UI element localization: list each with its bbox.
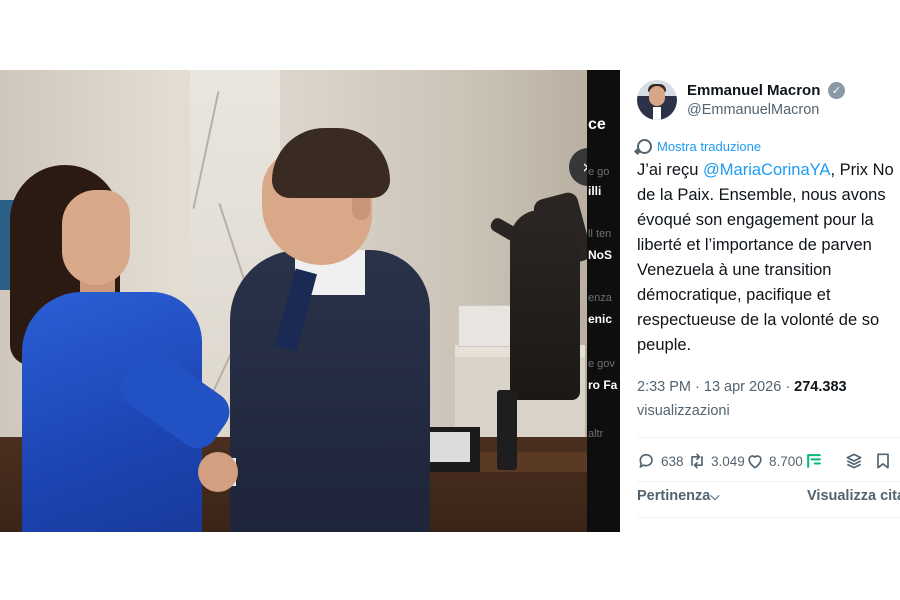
reply-icon xyxy=(637,451,657,471)
chevron-down-icon: ⌵ xyxy=(710,489,720,503)
like-count: 8.700 xyxy=(769,453,803,469)
tweet-detail: Emmanuel Macron ✓ @EmmanuelMacron Mostra… xyxy=(620,70,900,532)
cropped-text-fragment: e go xyxy=(588,166,610,178)
reply-button[interactable]: 638 xyxy=(637,451,684,471)
author-name[interactable]: Emmanuel Macron xyxy=(687,82,820,99)
tweet-actions: 638 3.049 8.700 xyxy=(637,451,900,477)
divider xyxy=(637,437,900,438)
author-handle[interactable]: @EmmanuelMacron xyxy=(687,102,819,118)
divider xyxy=(637,481,900,482)
mention-link[interactable]: @MariaCorinaYA xyxy=(703,161,830,179)
translate-icon xyxy=(637,139,652,154)
tweet-text-line: évoqué son engagement pour la xyxy=(637,211,874,229)
cropped-text-fragment: ce xyxy=(588,116,606,133)
cropped-adjacent-panel: ce e go illi ll ten NoS enza enic e gov … xyxy=(587,70,620,532)
tweet-text-line: respectueuse de la volonté de so xyxy=(637,311,880,329)
repost-icon xyxy=(687,451,707,471)
cropped-text-fragment: ro Fa xyxy=(588,378,618,392)
cropped-text-fragment: enic xyxy=(588,312,613,326)
view-quotes-link[interactable]: Visualizza cita xyxy=(807,488,900,504)
relevance-dropdown[interactable]: Pertinenza⌵ xyxy=(637,488,719,504)
tweet-text-line: de la Paix. Ensemble, nous avons xyxy=(637,186,886,204)
cropped-text-fragment: altr xyxy=(588,428,604,440)
show-translation-label: Mostra traduzione xyxy=(657,139,762,154)
repost-button[interactable]: 3.049 xyxy=(687,451,745,471)
avatar-shirt xyxy=(653,107,661,120)
verified-badge-icon: ✓ xyxy=(828,82,845,99)
tweet-text-segment: J’ai reçu xyxy=(637,161,704,179)
heart-icon xyxy=(745,451,765,471)
tweet-text-line: J’ai reçu @MariaCorinaYA, Prix No xyxy=(637,158,900,183)
layers-icon xyxy=(844,451,864,471)
tweet-text: J’ai reçu @MariaCorinaYA, Prix No de la … xyxy=(637,158,900,358)
tweet-timestamp[interactable]: 2:33 PM · 13 apr 2026 · 274.383 xyxy=(637,379,847,395)
cropped-text-fragment: e gov xyxy=(588,358,615,370)
photo-white-box xyxy=(458,305,518,347)
cropped-text-fragment: enza xyxy=(588,292,612,304)
grok-button[interactable] xyxy=(844,451,864,471)
avatar[interactable] xyxy=(637,80,677,120)
tweet-time: 2:33 PM · 13 apr 2026 · xyxy=(637,379,795,395)
photo-handshake xyxy=(198,452,238,492)
replies-sort-bar: Pertinenza⌵ Visualizza cita xyxy=(637,488,900,512)
cropped-text-fragment: ll ten xyxy=(588,228,612,240)
tweet-photo[interactable]: » xyxy=(0,70,587,532)
chevron-double-right-icon[interactable]: » xyxy=(569,148,587,186)
reply-count: 638 xyxy=(661,453,684,469)
tweet-text-line: démocratique, pacifique et xyxy=(637,286,831,304)
analytics-icon xyxy=(804,451,824,471)
photo-woman-face xyxy=(62,190,130,285)
views-count: 274.383 xyxy=(794,379,847,395)
tweet-text-segment: , Prix No xyxy=(830,161,894,179)
tweet-text-line: liberté et l’importance de parven xyxy=(637,236,872,254)
bookmark-icon xyxy=(873,451,893,471)
photo-desk-phone xyxy=(497,390,517,470)
tweet-text-line: Venezuela à une transition xyxy=(637,261,832,279)
avatar-face xyxy=(649,86,665,106)
bookmark-button[interactable] xyxy=(873,451,893,471)
tweet-text-line: peuple. xyxy=(637,336,692,354)
cropped-text-fragment: illi xyxy=(588,184,602,198)
relevance-label: Pertinenza xyxy=(637,488,711,504)
photo-bronze-statue xyxy=(510,210,580,400)
divider xyxy=(637,517,900,518)
cropped-text-fragment: NoS xyxy=(588,248,612,262)
like-button[interactable]: 8.700 xyxy=(745,451,803,471)
views-label: visualizzazioni xyxy=(637,403,730,419)
analytics-button[interactable] xyxy=(804,451,824,471)
repost-count: 3.049 xyxy=(711,453,745,469)
photo-man-hair xyxy=(272,128,390,198)
show-translation-link[interactable]: Mostra traduzione xyxy=(637,139,761,154)
